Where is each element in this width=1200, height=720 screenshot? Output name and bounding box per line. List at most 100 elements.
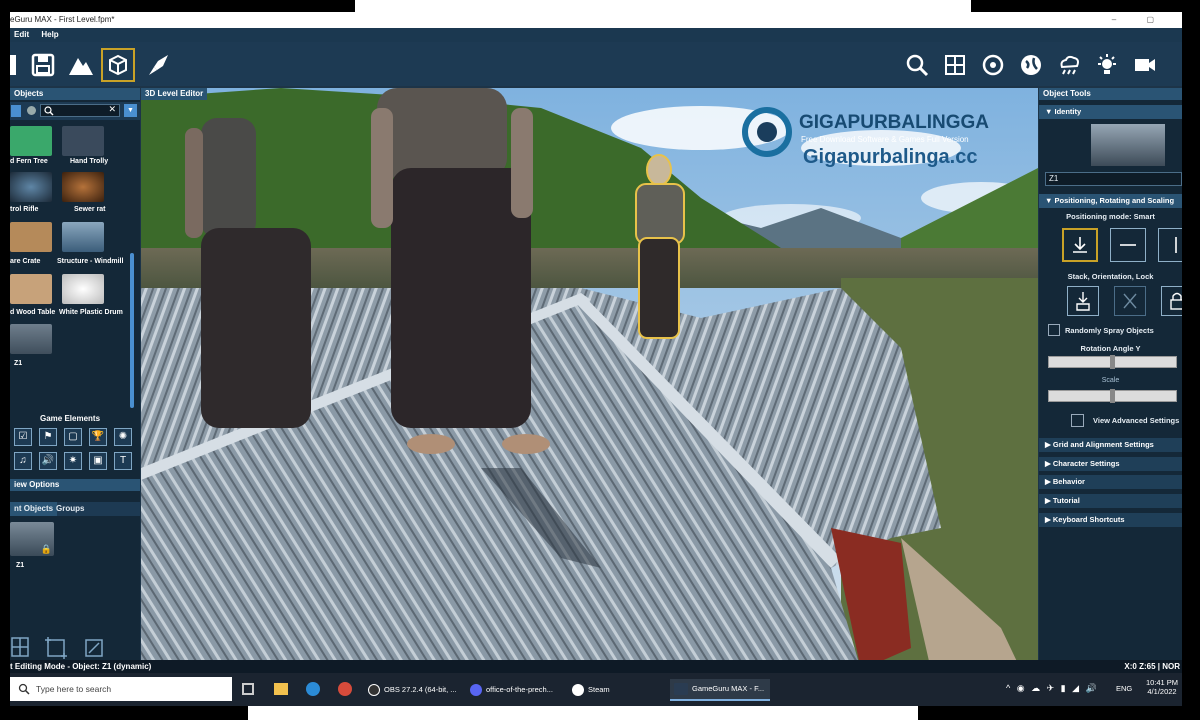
- clock-date: 4/1/2022: [1147, 687, 1177, 696]
- cube-icon[interactable]: [101, 48, 135, 82]
- lock-button[interactable]: [1161, 286, 1182, 316]
- object-tools-tab[interactable]: Object Tools: [1039, 88, 1182, 100]
- objects-search-input[interactable]: ✕: [40, 104, 120, 117]
- edit-frame-icon[interactable]: [82, 636, 106, 660]
- object-thumb-fern[interactable]: [10, 126, 52, 156]
- object-thumb-windmill[interactable]: [62, 222, 104, 252]
- search-icon: [44, 106, 54, 116]
- menu-edit[interactable]: Edit: [14, 30, 29, 39]
- stack-icon: [1076, 292, 1090, 311]
- menu-help[interactable]: Help: [41, 30, 58, 39]
- frame-icon[interactable]: [44, 636, 68, 660]
- filter-swatch[interactable]: [11, 105, 21, 117]
- tutorial-section[interactable]: ▶ Tutorial: [1039, 494, 1182, 508]
- globe-icon[interactable]: [1014, 48, 1048, 82]
- orientation-button[interactable]: [1114, 286, 1146, 316]
- chrome-icon[interactable]: [338, 682, 352, 696]
- tab-current-objects[interactable]: nt Objects: [10, 502, 58, 516]
- advanced-settings-checkbox[interactable]: [1071, 414, 1084, 427]
- section-label: Tutorial: [1052, 496, 1080, 505]
- category-icon[interactable]: [27, 106, 36, 115]
- objects-scrollbar[interactable]: [130, 253, 134, 408]
- target-icon[interactable]: [976, 48, 1010, 82]
- system-tray-icons[interactable]: ^ ◉ ☁ ✈ ▮ ◢ 🔊: [1006, 683, 1099, 694]
- scale-slider-thumb[interactable]: [1110, 389, 1115, 403]
- image-icon[interactable]: ▣: [89, 452, 107, 470]
- task-view-icon[interactable]: [242, 683, 254, 695]
- weather-icon[interactable]: [1052, 48, 1086, 82]
- flag-icon[interactable]: ⚑: [39, 428, 57, 446]
- keyboard-shortcuts-section[interactable]: ▶ Keyboard Shortcuts: [1039, 513, 1182, 527]
- place-vertical-button[interactable]: [1158, 228, 1182, 262]
- taskbar-app-discord[interactable]: office-of-the-prech...: [466, 679, 557, 701]
- terrain-icon[interactable]: [64, 48, 98, 82]
- camera-icon[interactable]: [1128, 48, 1162, 82]
- section-label: Grid and Alignment Settings: [1052, 440, 1154, 449]
- file-explorer-icon[interactable]: [274, 683, 288, 695]
- tab-groups[interactable]: Groups: [56, 502, 84, 516]
- map-icon[interactable]: [938, 48, 972, 82]
- object-label: d Fern Tree: [10, 158, 48, 165]
- object-label: Z1: [14, 360, 23, 367]
- object-thumb-trolly[interactable]: [62, 126, 104, 156]
- object-thumb-rat[interactable]: [62, 172, 104, 202]
- random-spray-checkbox[interactable]: [1048, 324, 1060, 336]
- taskbar-app-label: OBS 27.2.4 (64-bit, ...: [384, 685, 457, 694]
- rocket-icon[interactable]: [142, 48, 176, 82]
- level-editor-tab[interactable]: 3D Level Editor: [141, 88, 207, 100]
- object-thumb-crate[interactable]: [10, 222, 52, 252]
- objects-tab[interactable]: Objects: [10, 88, 140, 100]
- level-editor-viewport[interactable]: 3D Level Editor GIGAPURBALINGGA Free Dow…: [141, 88, 1038, 670]
- object-label: are Crate: [10, 258, 41, 265]
- positioning-label: Positioning, Rotating and Scaling: [1054, 196, 1175, 205]
- scale-slider[interactable]: [1048, 389, 1177, 403]
- rotation-slider[interactable]: [1048, 355, 1177, 369]
- light-icon[interactable]: [1090, 48, 1124, 82]
- identity-section[interactable]: ▼ Identity: [1039, 105, 1182, 119]
- edge-icon[interactable]: [306, 682, 320, 696]
- character-settings-section[interactable]: ▶ Character Settings: [1039, 457, 1182, 471]
- sound-icon[interactable]: 🔊: [39, 452, 57, 470]
- object-thumb-rifle[interactable]: [10, 172, 52, 202]
- behavior-section[interactable]: ▶ Behavior: [1039, 475, 1182, 489]
- advanced-settings-label: View Advanced Settings: [1093, 416, 1180, 425]
- stack-button[interactable]: [1067, 286, 1099, 316]
- positioning-section[interactable]: ▼ Positioning, Rotating and Scaling: [1039, 194, 1182, 208]
- object-name-field[interactable]: Z1: [1045, 172, 1182, 186]
- taskbar-app-obs[interactable]: OBS 27.2.4 (64-bit, ...: [364, 679, 461, 701]
- current-object-thumb[interactable]: 🔒: [10, 522, 54, 556]
- search-object-icon[interactable]: [900, 48, 934, 82]
- place-flat-button[interactable]: [1110, 228, 1146, 262]
- vertical-line-icon: [1175, 237, 1177, 253]
- text-icon[interactable]: T: [114, 452, 132, 470]
- dropdown-chevron-icon[interactable]: ▼: [124, 104, 137, 117]
- grid-alignment-section[interactable]: ▶ Grid and Alignment Settings: [1039, 438, 1182, 452]
- zone-icon[interactable]: ▢: [64, 428, 82, 446]
- identity-label: Identity: [1054, 107, 1082, 116]
- rotation-slider-thumb[interactable]: [1110, 355, 1115, 369]
- taskbar-app-gameguru[interactable]: GameGuru MAX - F...: [670, 679, 770, 701]
- discord-icon: [470, 684, 482, 696]
- clock-time: 10:41 PM: [1145, 678, 1179, 687]
- trophy-icon[interactable]: 🏆: [89, 428, 107, 446]
- taskbar-app-steam[interactable]: Steam: [568, 679, 614, 701]
- object-thumb-z1[interactable]: [10, 324, 52, 354]
- save-icon[interactable]: [26, 48, 60, 82]
- light-element-icon[interactable]: ✺: [114, 428, 132, 446]
- view-options-header[interactable]: iew Options: [10, 479, 140, 491]
- watermark-url: Gigapurbalinga.cc: [803, 146, 978, 168]
- object-thumb-drum[interactable]: [62, 274, 104, 304]
- language-indicator[interactable]: ENG: [1116, 684, 1132, 693]
- clock[interactable]: 10:41 PM 4/1/2022: [1144, 678, 1180, 696]
- place-down-button[interactable]: [1062, 228, 1098, 262]
- clear-icon[interactable]: ✕: [108, 104, 116, 115]
- gameguru-icon: [674, 683, 688, 695]
- taskbar-search-input[interactable]: Type here to search: [10, 677, 232, 701]
- music-icon[interactable]: ♫: [14, 452, 32, 470]
- checkpoint-icon[interactable]: ☑: [14, 428, 32, 446]
- object-thumb-table[interactable]: [10, 274, 52, 304]
- grid-icon[interactable]: [10, 636, 30, 658]
- window-controls[interactable]: – ▢: [1112, 12, 1168, 28]
- lock-icon[interactable]: 🔒: [41, 544, 52, 555]
- particle-icon[interactable]: ✷: [64, 452, 82, 470]
